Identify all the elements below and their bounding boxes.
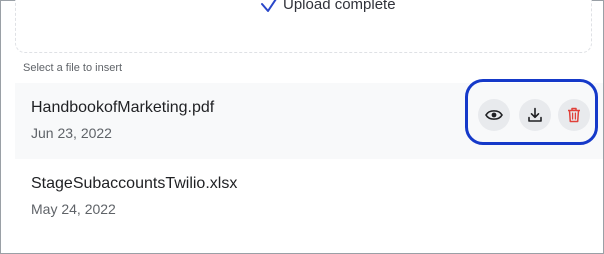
file-row[interactable]: StageSubaccountsTwilio.xlsx May 24, 2022: [15, 159, 603, 235]
upload-status-text: Upload complete: [283, 0, 396, 13]
download-button[interactable]: [519, 99, 551, 131]
delete-button[interactable]: [558, 99, 590, 131]
file-name: StageSubaccountsTwilio.xlsx: [31, 175, 238, 192]
file-picker-panel: Upload complete Select a file to insert …: [0, 0, 604, 254]
file-date: Jun 23, 2022: [31, 125, 112, 141]
file-date: May 24, 2022: [31, 201, 116, 217]
section-label: Select a file to insert: [23, 62, 123, 74]
file-row[interactable]: HandbookofMarketing.pdf Jun 23, 2022: [15, 79, 603, 159]
eye-icon: [485, 108, 503, 122]
trash-icon: [567, 107, 581, 123]
upload-dropzone[interactable]: Upload complete: [15, 0, 592, 53]
upload-status: Upload complete: [260, 0, 396, 15]
download-icon: [527, 107, 543, 123]
check-icon: [260, 0, 280, 13]
file-name: HandbookofMarketing.pdf: [31, 99, 215, 116]
view-button[interactable]: [478, 99, 510, 131]
